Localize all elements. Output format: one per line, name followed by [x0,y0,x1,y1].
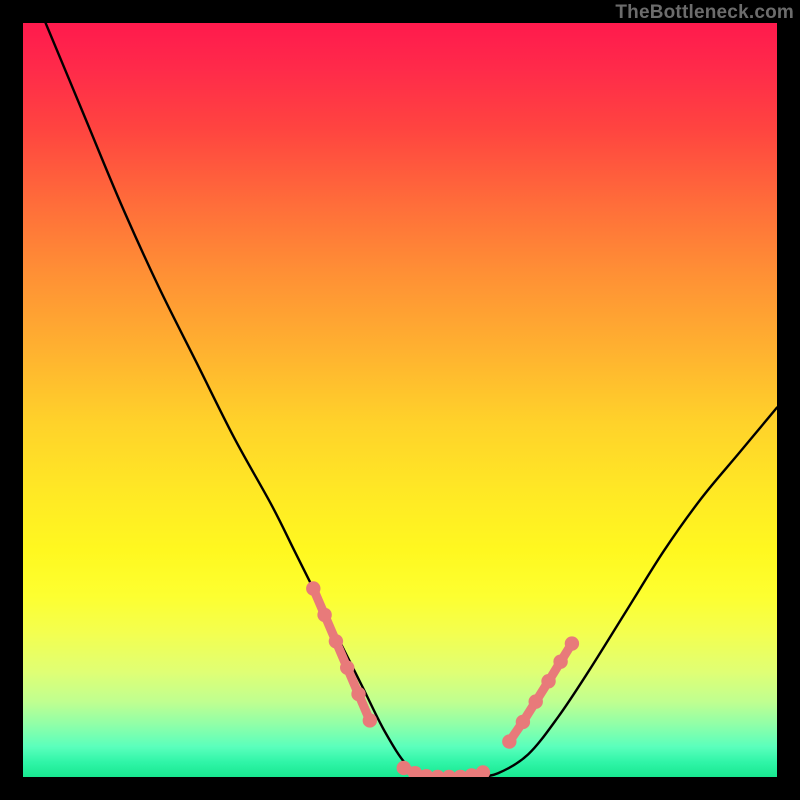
plot-area [23,23,777,777]
marker-dot [541,674,555,688]
watermark-text: TheBottleneck.com [615,2,794,24]
marker-dot [553,654,567,668]
marker-dot [351,687,365,701]
marker-dot [363,713,377,727]
marker-dot [565,636,579,650]
marker-dot [476,765,490,777]
marker-dot [502,734,516,748]
chart-frame: TheBottleneck.com [0,0,800,800]
bottleneck-curve [23,23,777,777]
marker-dot [329,634,343,648]
marker-dot [317,608,331,622]
marker-dot [529,694,543,708]
marker-dot [516,715,530,729]
marker-dot [340,660,354,674]
marker-dot [306,581,320,595]
